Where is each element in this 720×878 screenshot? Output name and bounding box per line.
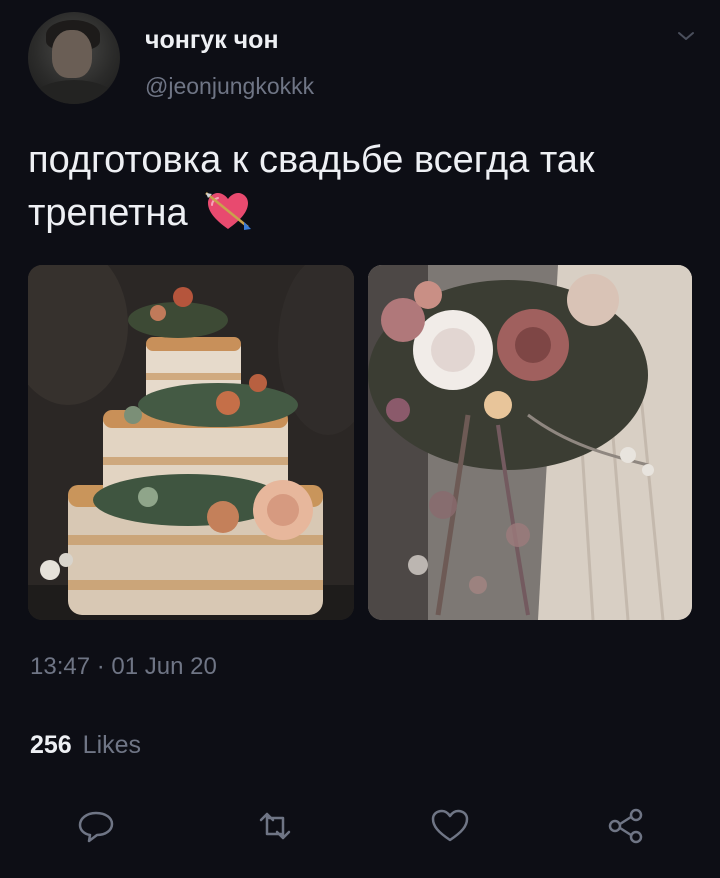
author-avatar[interactable] <box>28 12 120 104</box>
retweet-icon[interactable] <box>255 808 295 844</box>
like-icon[interactable] <box>430 808 470 844</box>
avatar-face <box>52 30 92 78</box>
chevron-down-icon[interactable] <box>676 28 696 44</box>
share-icon[interactable] <box>606 808 646 844</box>
tweet-timestamp[interactable]: 13:47 · 01 Jun 20 <box>30 653 217 681</box>
media-image-bridal-bouquet[interactable] <box>368 265 692 620</box>
tweet-text: подготовка к свадьбе всегда так трепетна <box>28 134 698 240</box>
author-handle[interactable]: @jeonjungkokkk <box>145 73 314 100</box>
heart-with-arrow-icon <box>205 192 252 230</box>
author-display-name[interactable]: чонгук чон <box>145 26 279 55</box>
likes-label: Likes <box>82 731 142 759</box>
reply-icon[interactable] <box>76 808 116 844</box>
media-image-wedding-cake[interactable] <box>28 265 354 620</box>
avatar-shoulders <box>32 80 116 104</box>
likes-summary[interactable]: 256 Likes <box>30 731 141 760</box>
likes-count: 256 <box>30 731 72 759</box>
tweet-text-content: подготовка к свадьбе всегда так трепетна <box>28 139 595 234</box>
